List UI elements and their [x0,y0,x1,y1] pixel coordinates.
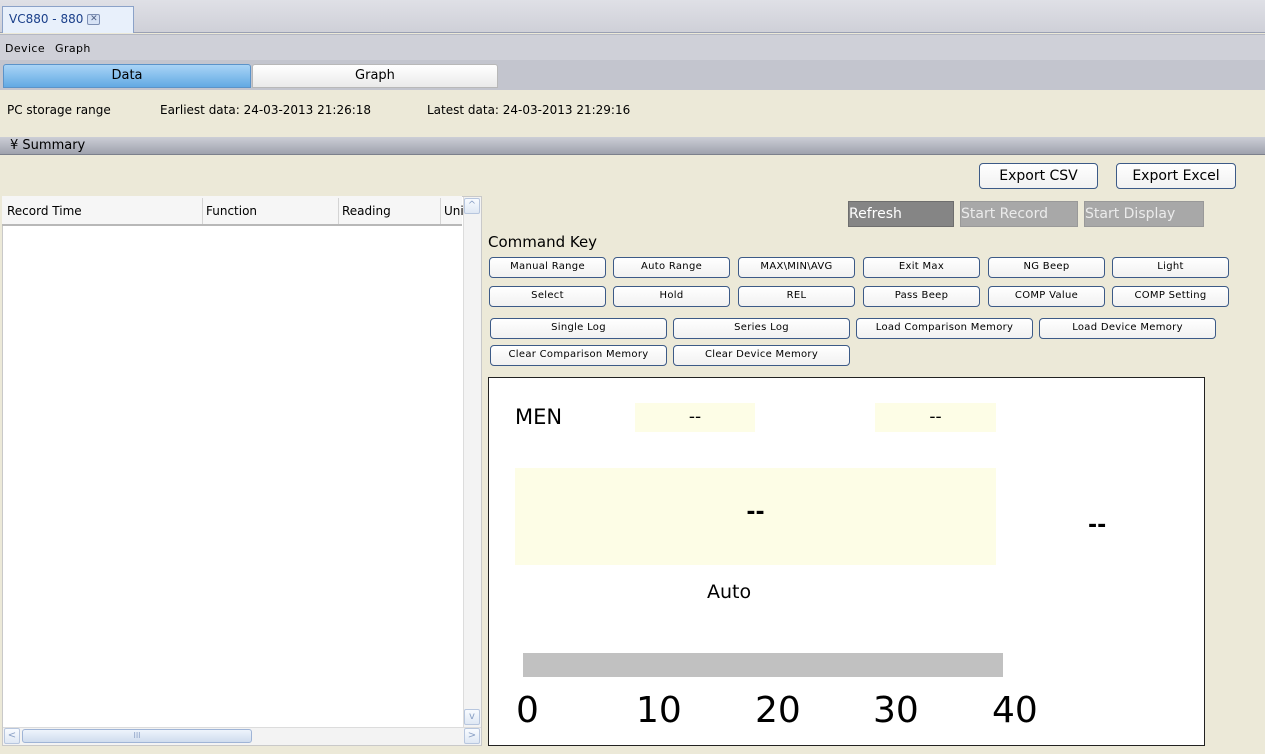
men-label: MEN [515,405,563,429]
series-log-button[interactable]: Series Log [673,318,850,339]
hold-button[interactable]: Hold [613,286,730,307]
summary-label: Summary [22,138,86,153]
column-reading[interactable]: Reading [342,204,391,218]
menu-graph[interactable]: Graph [50,35,96,62]
scroll-up-icon[interactable]: ^ [464,198,480,214]
load-device-memory-button[interactable]: Load Device Memory [1039,318,1216,339]
scroll-left-icon[interactable]: < [4,728,20,744]
unit-display: -- [1088,513,1107,538]
auto-range-button[interactable]: Auto Range [613,257,730,278]
select-button[interactable]: Select [489,286,606,307]
column-record-time[interactable]: Record Time [7,204,82,218]
summary-bar[interactable]: ¥ Summary [0,137,1265,155]
column-divider[interactable] [202,198,203,224]
records-table [2,196,482,746]
ng-beep-button[interactable]: NG Beep [988,257,1105,278]
scale-label: 10 [636,690,682,731]
scroll-down-icon[interactable]: v [464,709,480,725]
close-icon[interactable]: ✕ [87,14,101,25]
pass-beep-button[interactable]: Pass Beep [863,286,980,307]
scale-label: 30 [873,690,919,731]
range-mode: Auto [707,581,752,603]
manual-range-button[interactable]: Manual Range [489,257,606,278]
table-vertical-scrollbar[interactable] [463,197,481,727]
sub-display-2: -- [875,403,996,432]
horizontal-scroll-thumb[interactable]: III [22,729,252,743]
menu-device[interactable]: Device [0,35,50,62]
tab-data[interactable]: Data [3,64,251,88]
max-min-avg-button[interactable]: MAX\MIN\AVG [738,257,855,278]
earliest-data: Earliest data: 24-03-2013 21:26:18 [160,103,372,117]
comp-value-button[interactable]: COMP Value [988,286,1105,307]
column-function[interactable]: Function [206,204,257,218]
load-comparison-memory-button[interactable]: Load Comparison Memory [856,318,1033,339]
column-unit[interactable]: Uni [444,204,464,218]
start-display-button[interactable]: Start Display [1084,201,1204,227]
tab-graph[interactable]: Graph [252,64,498,88]
clear-comparison-memory-button[interactable]: Clear Comparison Memory [490,345,667,366]
scale-label: 20 [755,690,801,731]
menu-bar: Device Graph [0,34,1265,60]
sub-display-1: -- [635,403,755,432]
scale-label: 0 [516,690,539,731]
scroll-right-icon[interactable]: > [464,728,480,744]
collapse-icon[interactable]: ¥ [10,138,18,153]
command-key-label: Command Key [488,233,598,251]
analog-bar-track [523,653,1003,677]
export-excel-button[interactable]: Export Excel [1116,163,1236,189]
storage-range-label: PC storage range [7,103,111,117]
main-reading: -- [515,468,996,565]
column-divider[interactable] [440,198,441,224]
clear-device-memory-button[interactable]: Clear Device Memory [673,345,850,366]
export-csv-button[interactable]: Export CSV [979,163,1098,189]
single-log-button[interactable]: Single Log [490,318,667,339]
document-tab-title: VC880 - 880 [9,12,84,26]
light-button[interactable]: Light [1112,257,1229,278]
exit-max-button[interactable]: Exit Max [863,257,980,278]
document-tab-strip [0,0,1265,33]
rel-button[interactable]: REL [738,286,855,307]
document-tab[interactable]: VC880 - 880 ✕ [2,6,134,33]
scale-label: 40 [992,690,1038,731]
refresh-button[interactable]: Refresh [848,201,954,227]
column-divider[interactable] [338,198,339,224]
start-record-button[interactable]: Start Record [960,201,1078,227]
latest-data: Latest data: 24-03-2013 21:29:16 [427,103,631,117]
comp-setting-button[interactable]: COMP Setting [1112,286,1229,307]
